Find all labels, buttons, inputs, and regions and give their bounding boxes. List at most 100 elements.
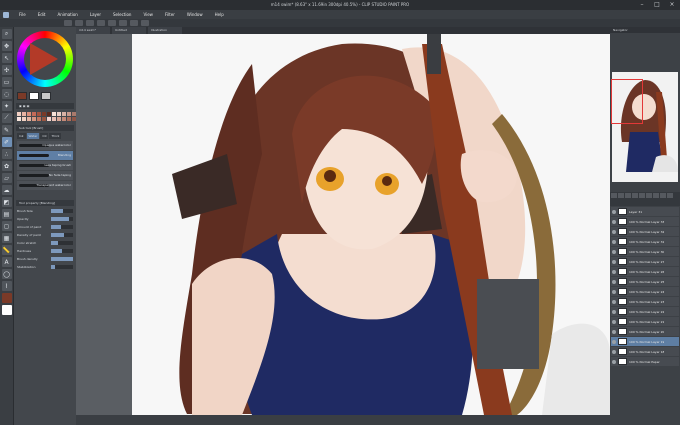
delete-icon[interactable] (119, 20, 127, 26)
correct-line-tool-icon[interactable]: ⌇ (1, 281, 12, 291)
color-swatch[interactable] (17, 112, 21, 116)
color-swatch[interactable] (62, 117, 66, 121)
brush-item-selected[interactable]: Blending (17, 151, 73, 160)
layer-row[interactable]: 100 % Normal Layer 31 (611, 237, 679, 246)
color-swatch[interactable] (57, 117, 61, 121)
color-swatch[interactable] (67, 112, 71, 116)
eye-icon[interactable] (612, 319, 616, 324)
color-swatch[interactable] (37, 117, 41, 121)
property-slider[interactable] (51, 224, 73, 229)
transform-icon[interactable] (130, 20, 138, 26)
subtool-tab-oil[interactable]: Oil (40, 133, 49, 139)
move-layer-tool-icon[interactable]: ✣ (1, 65, 12, 75)
lasso-tool-icon[interactable]: ◌ (1, 89, 12, 99)
pen-tool-icon[interactable]: ✎ (1, 125, 12, 135)
mask-icon[interactable] (646, 193, 652, 198)
open-file-icon[interactable] (75, 20, 83, 26)
drawing-canvas[interactable] (132, 34, 610, 415)
subtool-tab-water[interactable]: Water (26, 133, 40, 139)
canvas-area[interactable] (76, 34, 610, 425)
menu-view[interactable]: View (137, 12, 159, 17)
eye-icon[interactable] (612, 359, 616, 364)
menu-help[interactable]: Help (209, 12, 230, 17)
eye-icon[interactable] (612, 209, 616, 214)
eye-icon[interactable] (612, 339, 616, 344)
eye-icon[interactable] (612, 269, 616, 274)
tab-m14-swim[interactable]: m14 swim* (76, 27, 110, 34)
ruler-tool-icon[interactable]: 📏 (1, 245, 12, 255)
selection-tool-icon[interactable]: ▭ (1, 77, 12, 87)
text-tool-icon[interactable]: A (1, 257, 12, 267)
trash-icon[interactable] (667, 193, 673, 198)
clip-icon[interactable] (625, 193, 631, 198)
property-row[interactable]: Color stretch (17, 239, 73, 246)
layer-row[interactable]: 100 % Normal Layer 25 (611, 277, 679, 286)
color-swatch[interactable] (57, 112, 61, 116)
eye-icon[interactable] (612, 219, 616, 224)
property-slider[interactable] (51, 256, 73, 261)
tab-illustration[interactable]: Illustration (148, 27, 182, 34)
blend-tool-icon[interactable]: ☁ (1, 185, 12, 195)
color-swatch[interactable] (27, 117, 31, 121)
color-swatch[interactable] (62, 112, 66, 116)
new-folder-icon[interactable] (660, 193, 666, 198)
airbrush-tool-icon[interactable]: ∴ (1, 149, 12, 159)
lock-icon[interactable] (639, 193, 645, 198)
color-swatch[interactable] (52, 117, 56, 121)
color-wheel[interactable] (16, 30, 74, 88)
layer-row[interactable]: 100 % Normal Layer 20 (611, 327, 679, 336)
layer-row[interactable]: Layer 31 (611, 207, 679, 216)
brush-item[interactable]: Transparent watercolor (17, 181, 73, 190)
operation-tool-icon[interactable]: ↖ (1, 53, 12, 63)
navigator-view-frame[interactable] (611, 79, 643, 124)
eye-icon[interactable] (612, 229, 616, 234)
opacity-icon[interactable] (618, 193, 624, 198)
layer-row[interactable]: 100 % Normal Layer 24 (611, 287, 679, 296)
zoom-tool-icon[interactable]: ⌕ (1, 29, 12, 39)
property-slider[interactable] (51, 232, 73, 237)
save-icon[interactable] (86, 20, 94, 26)
color-swatch[interactable] (67, 117, 71, 121)
eye-icon[interactable] (612, 259, 616, 264)
deselect-icon[interactable] (141, 20, 149, 26)
menu-window[interactable]: Window (181, 12, 209, 17)
sub-color-swatch[interactable] (1, 305, 12, 315)
property-row[interactable]: Density of paint (17, 231, 73, 238)
layer-row[interactable]: 100 % Normal Layer 23 (611, 297, 679, 306)
redo-icon[interactable] (108, 20, 116, 26)
move-tool-icon[interactable]: ✥ (1, 41, 12, 51)
property-row[interactable]: Opacity (17, 215, 73, 222)
wand-tool-icon[interactable]: ✦ (1, 101, 12, 111)
property-slider[interactable] (51, 264, 73, 269)
color-swatch[interactable] (22, 112, 26, 116)
color-swatch[interactable] (22, 117, 26, 121)
main-color-swatch[interactable] (1, 293, 12, 303)
eye-icon[interactable] (612, 289, 616, 294)
minimize-icon[interactable]: – (638, 1, 646, 8)
decoration-tool-icon[interactable]: ✿ (1, 161, 12, 171)
color-swatch[interactable] (17, 117, 21, 121)
sub-color-chip[interactable] (29, 92, 39, 100)
new-file-icon[interactable] (64, 20, 72, 26)
color-swatch[interactable] (42, 112, 46, 116)
subtool-tab-ink[interactable]: Ink (17, 133, 26, 139)
brush-item[interactable]: Less taping brush (17, 161, 73, 170)
eye-icon[interactable] (612, 299, 616, 304)
menu-selection[interactable]: Selection (107, 12, 137, 17)
balloon-tool-icon[interactable]: ◯ (1, 269, 12, 279)
property-row[interactable]: Hardness (17, 247, 73, 254)
property-slider[interactable] (51, 216, 73, 221)
property-row[interactable]: Stabilization (17, 263, 73, 270)
menu-animation[interactable]: Animation (51, 12, 83, 17)
main-color-chip[interactable] (17, 92, 27, 100)
layer-row[interactable]: 100 % Normal Layer 18 (611, 347, 679, 356)
property-slider[interactable] (51, 208, 73, 213)
new-layer-icon[interactable] (653, 193, 659, 198)
color-swatch[interactable] (32, 117, 36, 121)
layer-row[interactable]: 100 % Normal Layer 21 (611, 317, 679, 326)
color-swatch[interactable] (27, 112, 31, 116)
layer-row[interactable]: 100 % Normal Layer 26 (611, 267, 679, 276)
layer-row[interactable]: 100 % Normal Layer 22 (611, 307, 679, 316)
eye-icon[interactable] (612, 309, 616, 314)
tab-untitled[interactable]: Untitled (112, 27, 146, 34)
